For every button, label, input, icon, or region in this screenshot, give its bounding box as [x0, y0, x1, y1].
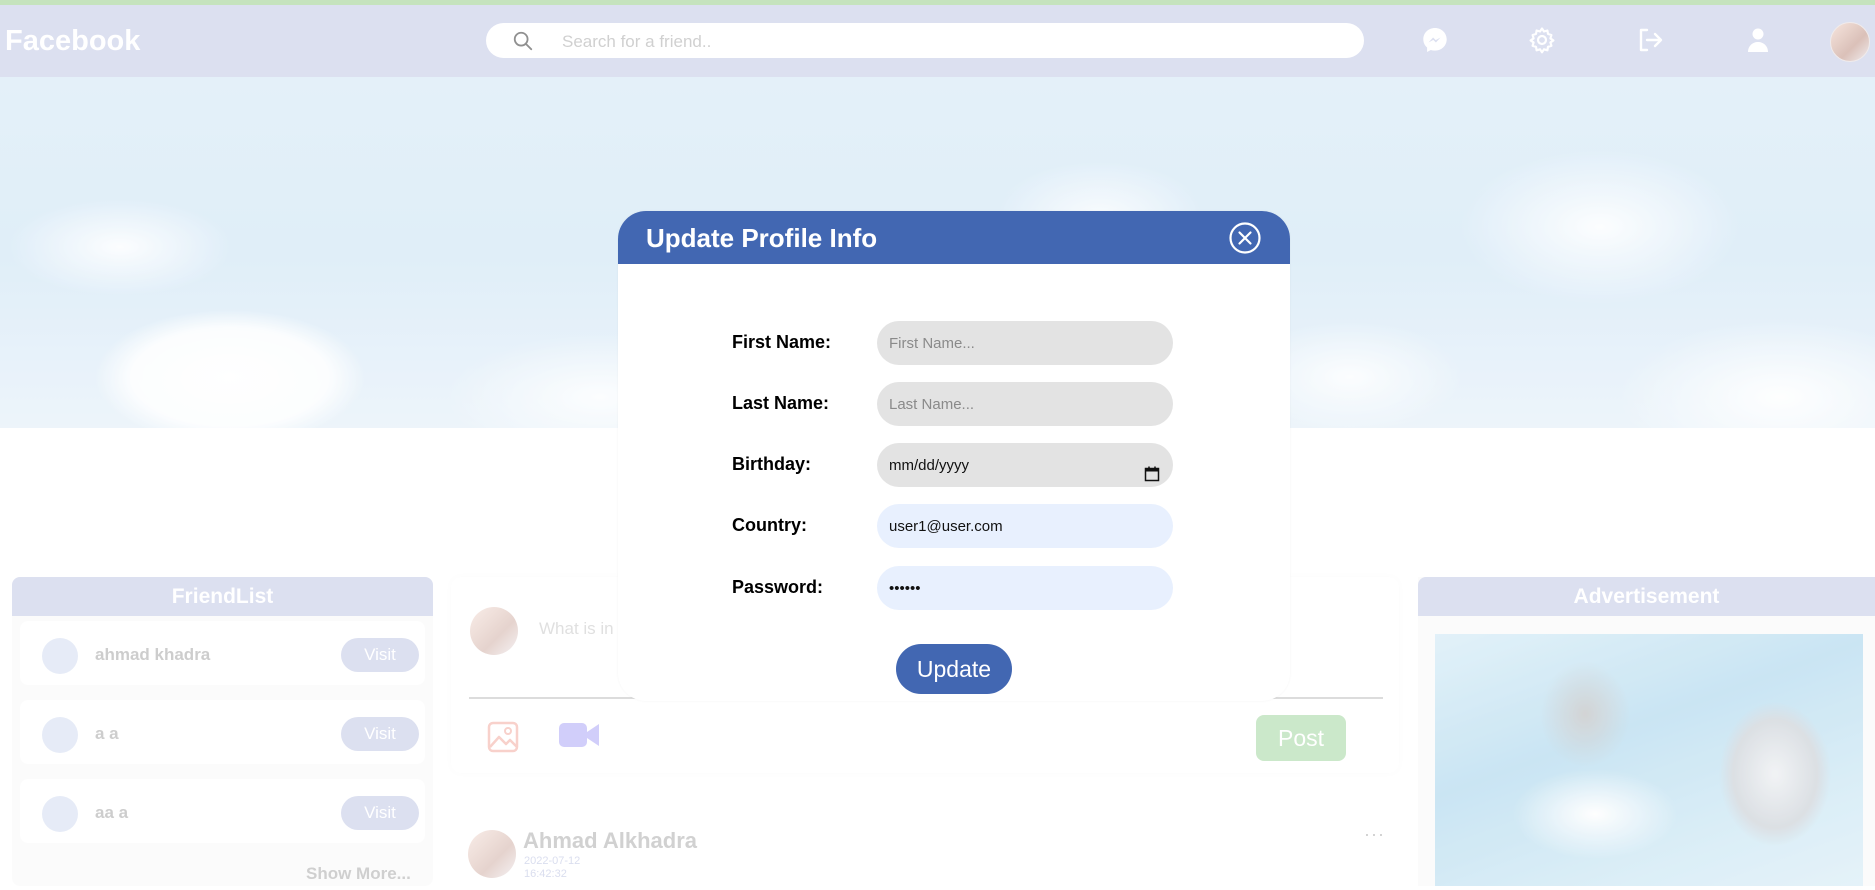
close-icon[interactable] — [1228, 221, 1262, 255]
password-field[interactable] — [877, 566, 1173, 610]
last-name-label: Last Name: — [732, 393, 830, 413]
last-name-field[interactable] — [877, 382, 1173, 426]
password-label: Password: — [732, 577, 824, 597]
birthday-field[interactable] — [877, 443, 1173, 487]
country-field[interactable] — [877, 504, 1173, 548]
modal-title: Update Profile Info — [646, 223, 878, 253]
birthday-label: Birthday: — [732, 454, 812, 474]
first-name-field[interactable] — [877, 321, 1173, 365]
first-name-label: First Name: — [732, 332, 832, 352]
calendar-icon[interactable] — [1144, 466, 1160, 482]
update-profile-modal: Update Profile Info First Name: Last Nam… — [618, 211, 1290, 701]
update-button[interactable]: Update — [896, 644, 1012, 694]
country-label: Country: — [732, 515, 807, 535]
modal-header: Update Profile Info — [618, 211, 1290, 264]
